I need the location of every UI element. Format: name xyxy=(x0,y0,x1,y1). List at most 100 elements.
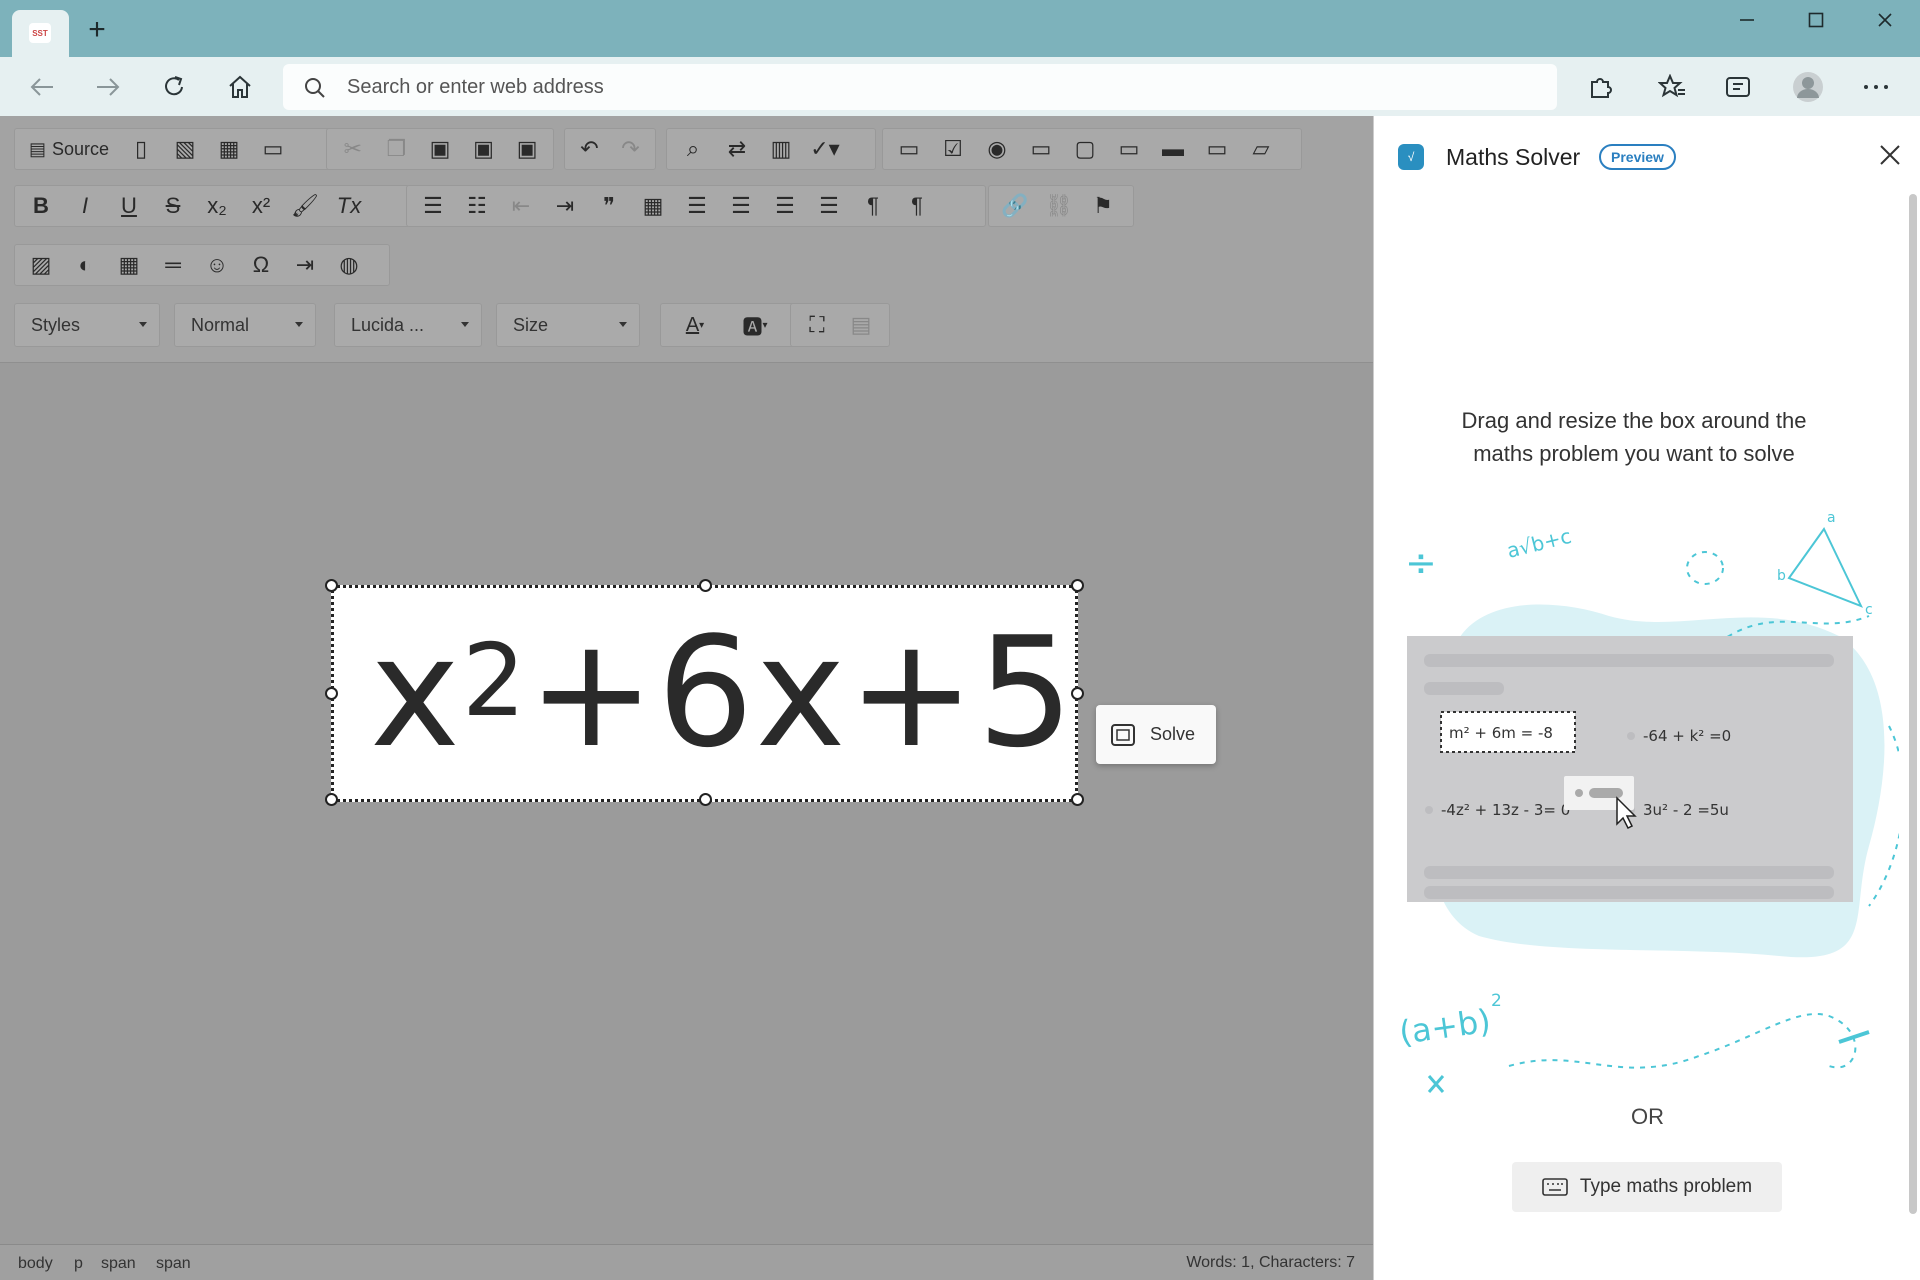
maximize-button[interactable] xyxy=(1798,8,1834,32)
bold-icon[interactable]: B xyxy=(19,188,63,224)
paste-text-icon[interactable]: ▣ xyxy=(462,131,506,167)
superscript-icon[interactable]: x² xyxy=(239,188,283,224)
div-container-icon[interactable]: ▦ xyxy=(631,188,675,224)
strike-icon[interactable]: S xyxy=(151,188,195,224)
select-all-icon[interactable]: ▥ xyxy=(759,131,803,167)
justify-icon[interactable]: ☰ xyxy=(807,188,851,224)
form-icon[interactable]: ▭ xyxy=(887,131,931,167)
copy-icon[interactable]: ❐ xyxy=(375,131,419,167)
link-icon[interactable]: 🔗 xyxy=(993,188,1037,224)
capture-selection-box[interactable]: x2+6x+5 xyxy=(325,579,1084,806)
home-button[interactable] xyxy=(224,71,256,103)
iframe-globe-icon[interactable]: ◍ xyxy=(327,247,371,283)
size-dropdown[interactable]: Size xyxy=(496,303,640,347)
solve-button[interactable]: Solve xyxy=(1096,705,1216,764)
panel-close-button[interactable] xyxy=(1879,142,1901,172)
type-maths-problem-button[interactable]: Type maths problem xyxy=(1512,1162,1782,1212)
unlink-icon[interactable]: ⛓ xyxy=(1037,188,1081,224)
panel-scrollbar[interactable] xyxy=(1909,194,1917,1214)
more-menu-button[interactable] xyxy=(1860,71,1892,103)
numbered-list-icon[interactable]: ☰ xyxy=(411,188,455,224)
maximize-editor-icon[interactable]: ⛶ xyxy=(795,307,839,343)
resize-handle[interactable] xyxy=(325,687,338,700)
path-item[interactable]: body xyxy=(18,1255,53,1273)
bulleted-list-icon[interactable]: ☷ xyxy=(455,188,499,224)
checkbox-icon[interactable]: ☑ xyxy=(931,131,975,167)
preview-icon[interactable]: ▧ xyxy=(163,131,207,167)
align-left-icon[interactable]: ☰ xyxy=(675,188,719,224)
smiley-icon[interactable]: ☺ xyxy=(195,247,239,283)
source-button[interactable]: ▤ Source xyxy=(19,131,119,167)
favorites-button[interactable] xyxy=(1656,71,1688,103)
hidden-field-icon[interactable]: ▱ xyxy=(1239,131,1283,167)
styles-dropdown[interactable]: Styles xyxy=(14,303,160,347)
address-bar[interactable] xyxy=(283,64,1557,110)
path-item[interactable]: span xyxy=(156,1255,191,1273)
textarea-icon[interactable]: ▢ xyxy=(1063,131,1107,167)
remove-format-icon[interactable]: Tx xyxy=(327,188,371,224)
indent-icon[interactable]: ⇥ xyxy=(543,188,587,224)
expr-rest: +6x+5 xyxy=(527,604,1076,781)
templates-icon[interactable]: ▭ xyxy=(251,131,295,167)
horizontal-line-icon[interactable]: ═ xyxy=(151,247,195,283)
cut-icon[interactable]: ✂ xyxy=(331,131,375,167)
subscript-icon[interactable]: x₂ xyxy=(195,188,239,224)
resize-handle[interactable] xyxy=(1071,579,1084,592)
resize-handle[interactable] xyxy=(325,579,338,592)
resize-handle[interactable] xyxy=(1071,793,1084,806)
copy-formatting-icon[interactable]: 🖌 xyxy=(283,188,327,224)
path-item[interactable]: span xyxy=(101,1255,136,1273)
align-center-icon[interactable]: ☰ xyxy=(719,188,763,224)
forward-button[interactable] xyxy=(92,71,124,103)
refresh-button[interactable] xyxy=(158,71,190,103)
collections-button[interactable] xyxy=(1722,71,1754,103)
resize-handle[interactable] xyxy=(699,579,712,592)
profile-button[interactable] xyxy=(1792,71,1824,103)
show-blocks-icon[interactable]: ▤ xyxy=(839,307,883,343)
minimize-button[interactable] xyxy=(1729,8,1765,32)
resize-handle[interactable] xyxy=(325,793,338,806)
radio-icon[interactable]: ◉ xyxy=(975,131,1019,167)
flash-icon[interactable]: ◐ xyxy=(63,247,107,283)
resize-handle[interactable] xyxy=(1071,687,1084,700)
back-button[interactable] xyxy=(26,71,58,103)
resize-handle[interactable] xyxy=(699,793,712,806)
redo-icon[interactable]: ↷ xyxy=(610,131,651,167)
paste-word-icon[interactable]: ▣ xyxy=(505,131,549,167)
font-dropdown[interactable]: Lucida ... xyxy=(334,303,482,347)
image-button-icon[interactable]: ▭ xyxy=(1195,131,1239,167)
text-field-icon[interactable]: ▭ xyxy=(1019,131,1063,167)
browser-tab[interactable]: SST xyxy=(12,10,69,57)
text-color-icon[interactable]: A ▾ xyxy=(665,307,725,343)
button-field-icon[interactable]: ▬ xyxy=(1151,131,1195,167)
spellcheck-icon[interactable]: ✓▾ xyxy=(803,131,847,167)
select-field-icon[interactable]: ▭ xyxy=(1107,131,1151,167)
instructions-text: Drag and resize the box around the maths… xyxy=(1461,408,1807,466)
page-break-icon[interactable]: ⇥ xyxy=(283,247,327,283)
text-direction-rtl-icon[interactable]: ¶ xyxy=(895,188,939,224)
align-right-icon[interactable]: ☰ xyxy=(763,188,807,224)
extensions-button[interactable] xyxy=(1584,71,1616,103)
blockquote-icon[interactable]: ❞ xyxy=(587,188,631,224)
image-icon[interactable]: ▨ xyxy=(19,247,63,283)
new-tab-button[interactable]: + xyxy=(82,15,112,46)
path-item[interactable]: p xyxy=(74,1255,83,1273)
table-icon[interactable]: ▦ xyxy=(107,247,151,283)
paste-icon[interactable]: ▣ xyxy=(418,131,462,167)
calculator-icon xyxy=(1111,723,1135,746)
italic-icon[interactable]: I xyxy=(63,188,107,224)
special-char-icon[interactable]: Ω xyxy=(239,247,283,283)
underline-icon[interactable]: U xyxy=(107,188,151,224)
print-icon[interactable]: ▦ xyxy=(207,131,251,167)
anchor-flag-icon[interactable]: ⚑ xyxy=(1081,188,1125,224)
undo-icon[interactable]: ↶ xyxy=(569,131,610,167)
new-page-icon[interactable]: ▯ xyxy=(119,131,163,167)
format-dropdown[interactable]: Normal xyxy=(174,303,316,347)
find-icon[interactable]: ⌕ xyxy=(671,131,715,167)
address-input[interactable] xyxy=(347,64,1527,110)
text-direction-ltr-icon[interactable]: ¶ xyxy=(851,188,895,224)
replace-icon[interactable]: ⇄ xyxy=(715,131,759,167)
outdent-icon[interactable]: ⇤ xyxy=(499,188,543,224)
background-color-icon[interactable]: 🅰 ▾ xyxy=(725,307,785,343)
close-window-button[interactable] xyxy=(1867,8,1903,32)
